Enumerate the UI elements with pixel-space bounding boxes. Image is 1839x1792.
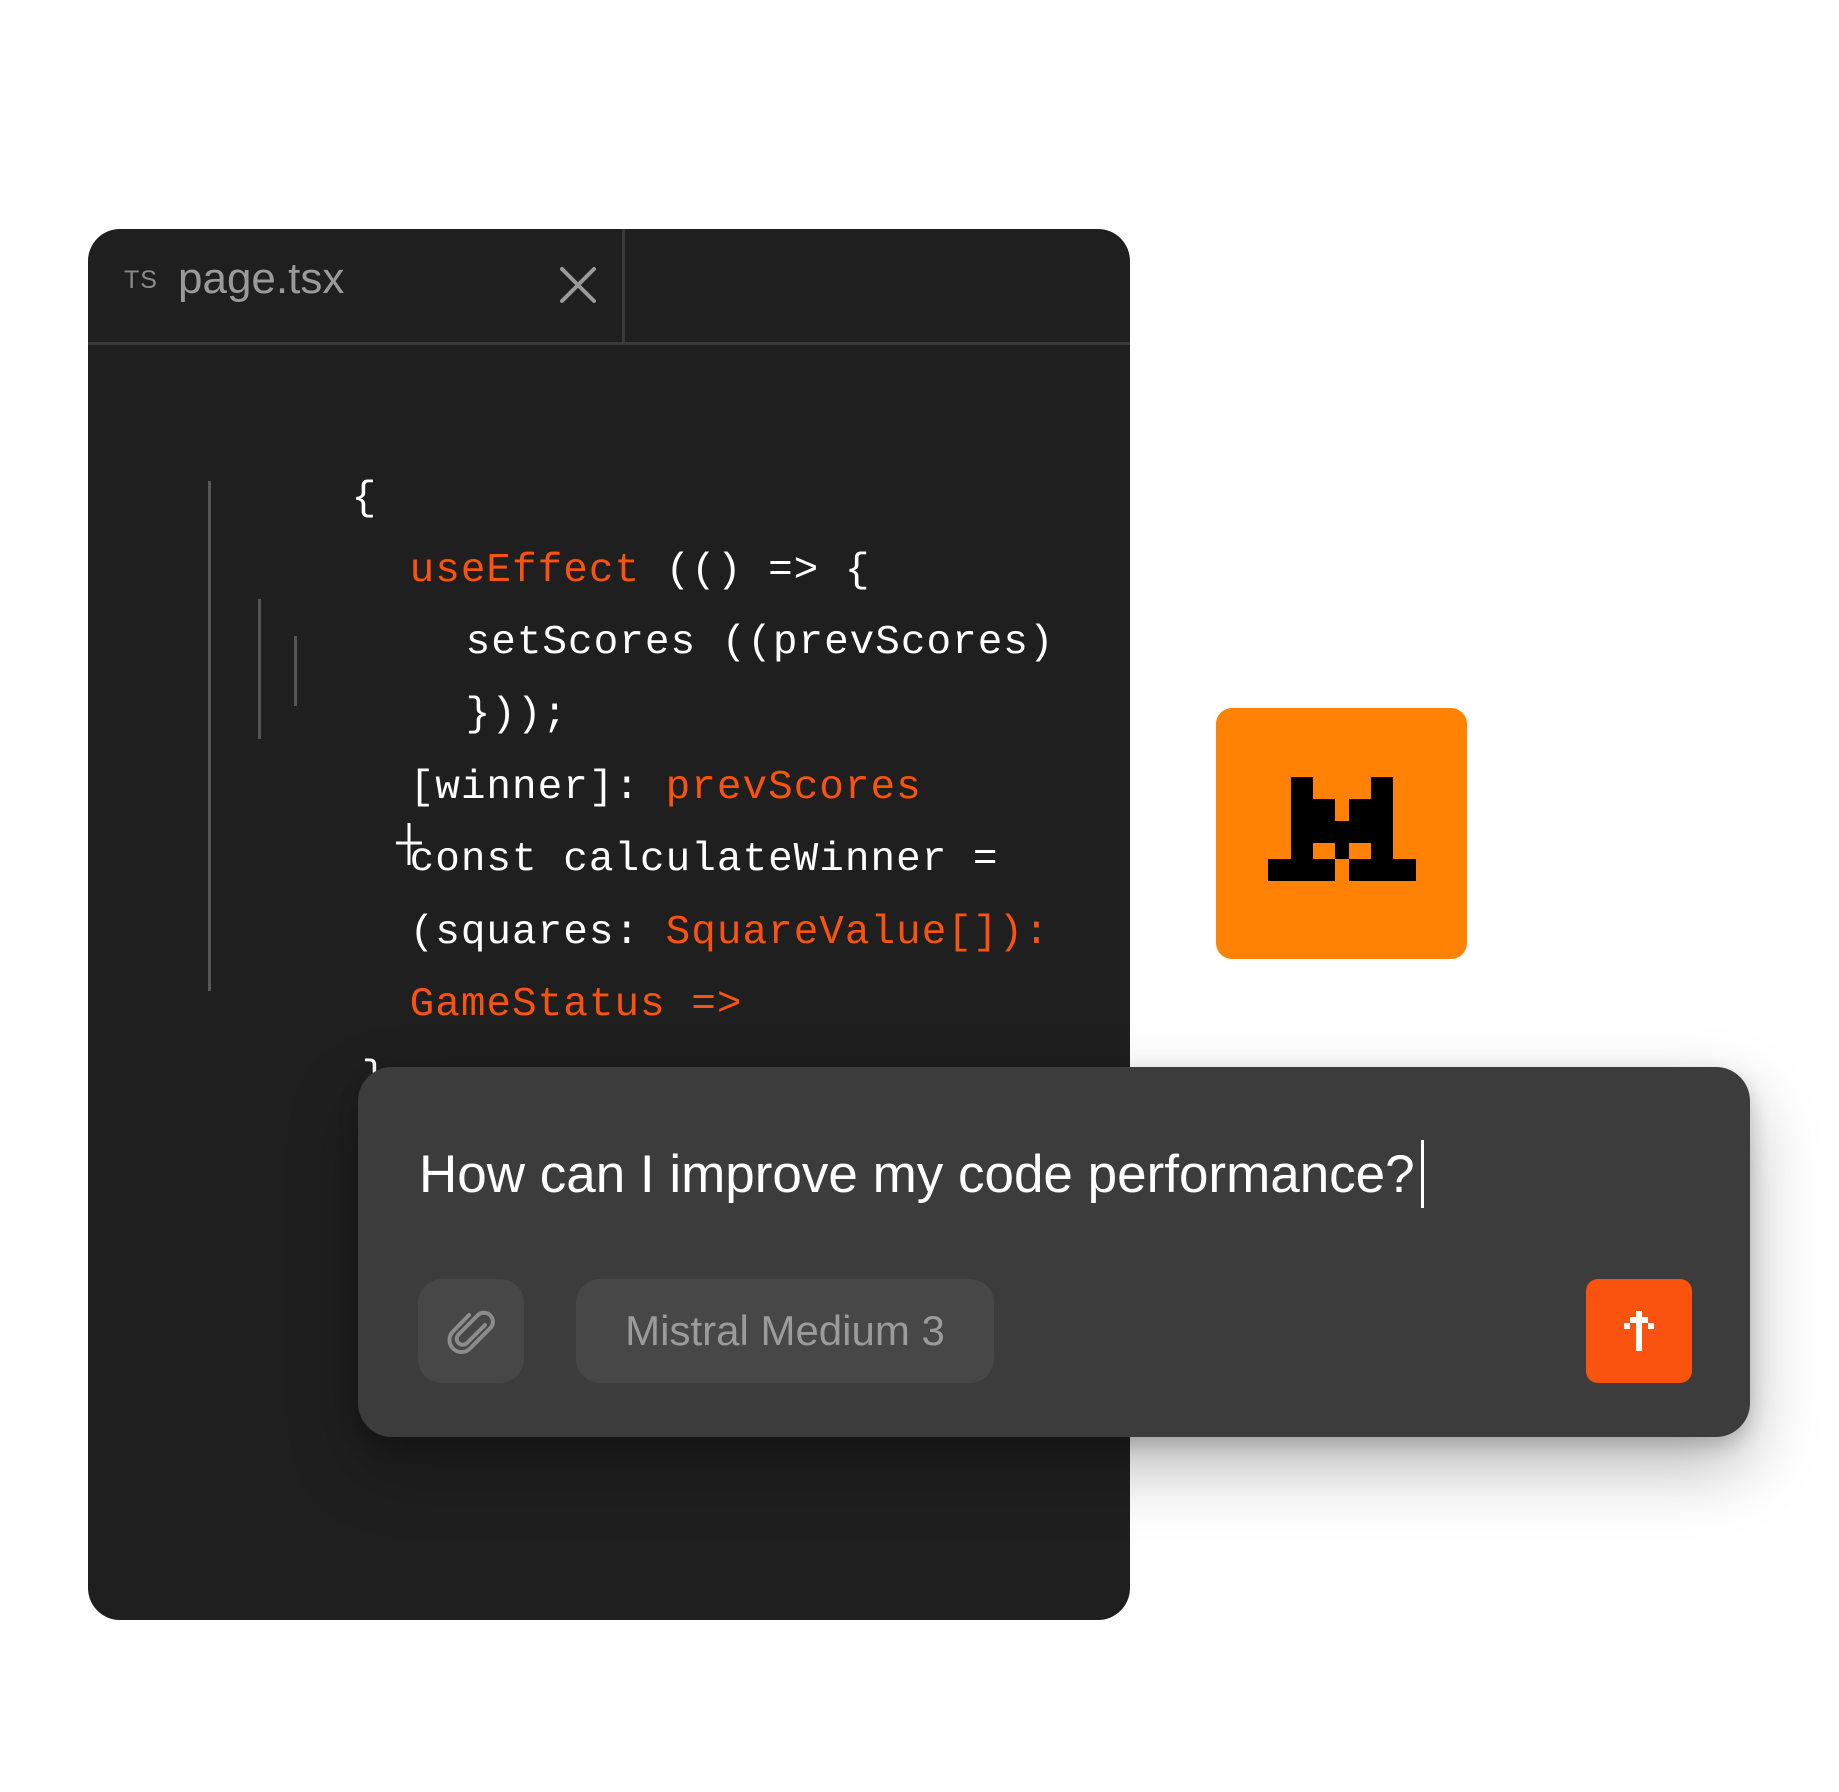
send-button[interactable] <box>1586 1279 1692 1383</box>
model-label: Mistral Medium 3 <box>625 1307 945 1354</box>
indent-guide <box>294 636 297 706</box>
model-selector-button[interactable]: Mistral Medium 3 <box>576 1279 994 1383</box>
chat-input-box: How can I improve my code performance? M… <box>358 1067 1750 1437</box>
arrow-up-icon <box>1624 1311 1654 1351</box>
paperclip-icon <box>447 1310 495 1354</box>
text-cursor-icon <box>396 823 422 865</box>
mistral-logo-icon <box>1216 708 1467 959</box>
text-caret <box>1420 1140 1424 1208</box>
prompt-text: How can I improve my code performance? <box>419 1144 1415 1204</box>
prompt-input[interactable]: How can I improve my code performance? <box>419 1140 1424 1208</box>
attach-button[interactable] <box>418 1279 524 1383</box>
